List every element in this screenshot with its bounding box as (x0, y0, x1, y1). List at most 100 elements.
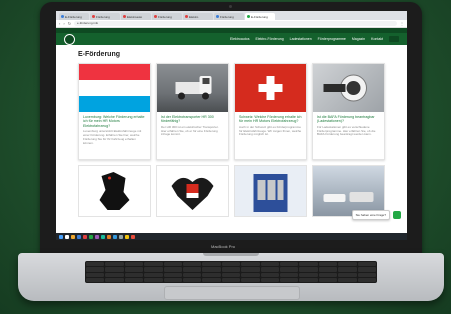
article-card-charging[interactable]: Ist die BAFA Förderung beantragbar (Lade… (312, 63, 385, 160)
keyboard-key (279, 277, 299, 282)
forward-icon[interactable]: › (63, 20, 64, 27)
browser-tab[interactable]: Elektroauto (121, 13, 151, 20)
card-excerpt: Für Ladestationen gibt es verschiedene F… (317, 124, 376, 137)
browser-tab[interactable]: Elektro (183, 13, 213, 20)
keyboard-key (182, 272, 202, 277)
start-icon[interactable] (59, 234, 63, 239)
keyboard-key (163, 262, 182, 267)
browser-tab-bar: E-Förderung Förderung Elektroauto Förderung… (56, 11, 407, 20)
taskbar-app-icon[interactable] (107, 234, 111, 239)
card-title[interactable]: Schweiz: Welche Förderung erhalte ich fü… (235, 112, 306, 126)
browser-tab[interactable]: Förderung (214, 13, 244, 20)
trackpad (164, 286, 300, 300)
menu-dots-icon[interactable]: ⋮ (400, 20, 404, 27)
tab-label: E-Förderung (65, 14, 82, 19)
taskbar-app-icon[interactable] (71, 234, 75, 239)
keyboard-key (86, 267, 105, 272)
card-excerpt: Auch in der Schweiz gibt es Förderprogra… (239, 124, 302, 137)
keyboard-key (124, 277, 144, 282)
chat-icon[interactable] (393, 211, 401, 219)
keyboard-key (241, 272, 260, 277)
keyboard-key (105, 262, 124, 267)
keyboard-key (221, 262, 241, 267)
search-icon[interactable] (389, 36, 399, 42)
taskbar-app-icon[interactable] (131, 234, 135, 239)
austria-eagle-icon (171, 177, 214, 210)
taskbar-app-icon[interactable] (77, 234, 81, 239)
keyboard-key (182, 262, 202, 267)
berlin-bear-icon (99, 172, 130, 210)
article-card-city-arms[interactable] (234, 165, 307, 217)
keyboard-key (279, 262, 299, 267)
keyboard-key (105, 272, 124, 277)
keyboard (85, 261, 377, 283)
url-input[interactable]: e-förderung.info (74, 21, 397, 26)
card-title[interactable]: Ist der Elektrotransporter HR 300 förder… (157, 112, 228, 126)
keyboard-key (241, 277, 260, 282)
tab-label: Förderung (158, 14, 172, 19)
favicon-icon (154, 15, 157, 18)
article-card-luxembourg[interactable]: Luxemburg: Welche Förderung erhalte ich … (78, 63, 151, 160)
menu-item[interactable]: Magazin (352, 37, 365, 41)
tab-label: E-Förderung (251, 14, 268, 19)
keyboard-key (318, 277, 338, 282)
taskbar-app-icon[interactable] (95, 234, 99, 239)
taskbar-app-icon[interactable] (119, 234, 123, 239)
taskbar-app-icon[interactable] (89, 234, 93, 239)
favicon-icon (216, 15, 219, 18)
chat-widget[interactable]: Sie haben eine Frage? (351, 210, 401, 220)
main-menu: Elektroautos Elektro-Förderung Ladestation… (230, 37, 383, 41)
keyboard-key (318, 267, 338, 272)
article-card-austria[interactable] (156, 165, 229, 217)
card-title[interactable]: Luxemburg: Welche Förderung erhalte ich … (79, 112, 150, 130)
keyboard-key (357, 267, 376, 272)
keyboard-key (105, 267, 124, 272)
keyboard-key (318, 272, 338, 277)
keyboard-key (260, 262, 279, 267)
card-title[interactable]: Ist die BAFA Förderung beantragbar (Lade… (313, 112, 384, 126)
charging-plug-image (313, 64, 384, 112)
browser-tab[interactable]: E-Förderung (59, 13, 89, 20)
browser-tab[interactable]: Förderung (90, 13, 120, 20)
keyboard-key (338, 267, 357, 272)
card-excerpt: Luxemburg unterstützt Elektrofahrzeuge m… (83, 129, 142, 145)
keyboard-key (357, 277, 376, 282)
ev-plug-icon (323, 74, 367, 102)
favicon-icon (123, 15, 126, 18)
browser-tab[interactable]: E-Förderung (245, 13, 275, 20)
menu-item[interactable]: Elektroautos (230, 37, 249, 41)
keyboard-key (318, 262, 338, 267)
article-card-switzerland[interactable]: Schweiz: Welche Förderung erhalte ich fü… (234, 63, 307, 160)
keyboard-key (357, 272, 376, 277)
article-card-transporter[interactable]: Ist der Elektrotransporter HR 300 förder… (156, 63, 229, 160)
keyboard-key (221, 272, 241, 277)
browser-tab[interactable]: Förderung (152, 13, 182, 20)
favicon-icon (185, 15, 188, 18)
menu-item[interactable]: Ladestationen (290, 37, 312, 41)
keyboard-key (144, 277, 163, 282)
menu-item[interactable]: Elektro-Förderung (255, 37, 283, 41)
keyboard-key (182, 277, 202, 282)
taskbar-app-icon[interactable] (125, 234, 129, 239)
chat-label[interactable]: Sie haben eine Frage? (351, 210, 390, 220)
favicon-icon (92, 15, 95, 18)
reload-icon[interactable]: ↻ (68, 20, 71, 27)
site-logo-icon[interactable] (64, 33, 75, 45)
back-icon[interactable]: ‹ (59, 20, 60, 27)
menu-item[interactable]: Kontakt (371, 37, 383, 41)
keyboard-key (124, 267, 144, 272)
keyboard-key (144, 267, 163, 272)
taskbar-app-icon[interactable] (113, 234, 117, 239)
taskbar-app-icon[interactable] (65, 234, 69, 239)
menu-item[interactable]: Förderprogramme (318, 37, 346, 41)
taskbar-app-icon[interactable] (83, 234, 87, 239)
page-title: E-Förderung (78, 51, 120, 58)
tab-label: Elektro (189, 14, 199, 19)
card-excerpt: Der HR 300 ist ein elektrischer Transpor… (161, 124, 219, 137)
keyboard-key (202, 272, 221, 277)
taskbar-app-icon[interactable] (101, 234, 105, 239)
article-card-berlin[interactable] (78, 165, 151, 217)
keyboard-key (299, 267, 318, 272)
keyboard-key (144, 272, 163, 277)
tab-label: Elektroauto (127, 14, 143, 19)
